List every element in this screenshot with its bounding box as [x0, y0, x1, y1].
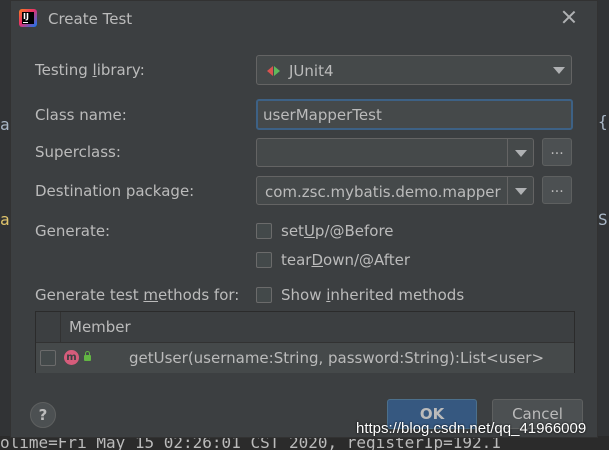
table-header: Member: [36, 312, 574, 343]
create-test-dialog: IJ Create Test Testing library: JUnit4 C…: [10, 0, 598, 438]
help-button[interactable]: ?: [30, 402, 56, 428]
chevron-down-icon: [515, 188, 527, 195]
editor-char: a: [0, 115, 10, 134]
junit-icon: [267, 65, 281, 77]
public-lock-icon: [84, 351, 91, 361]
class-name-label: Class name:: [35, 106, 127, 124]
testing-library-dropdown[interactable]: JUnit4: [256, 55, 572, 85]
table-row[interactable]: m getUser(username:String, password:Stri…: [36, 343, 574, 373]
setup-checkbox[interactable]: [256, 223, 272, 239]
close-icon[interactable]: [559, 7, 579, 27]
member-column-header[interactable]: Member: [69, 318, 131, 336]
editor-char: a: [0, 210, 10, 229]
destination-package-value: com.zsc.mybatis.demo.mapper: [265, 183, 501, 201]
show-inherited-label[interactable]: Show inherited methods: [281, 286, 464, 304]
browse-package-button[interactable]: ...: [542, 176, 572, 204]
editor-char: {: [598, 112, 608, 131]
testing-library-label: Testing library:: [35, 61, 145, 79]
generate-label: Generate:: [35, 222, 111, 240]
class-name-value: userMapperTest: [263, 106, 382, 124]
intellij-idea-icon: IJ: [19, 9, 37, 27]
csdn-watermark: https://blog.csdn.net/qq_41966009: [356, 420, 587, 437]
browse-superclass-button[interactable]: ...: [542, 138, 572, 166]
chevron-down-icon: [553, 67, 565, 74]
superclass-combo[interactable]: [256, 138, 534, 167]
destination-package-combo[interactable]: com.zsc.mybatis.demo.mapper: [256, 176, 534, 205]
destination-package-label: Destination package:: [35, 182, 195, 200]
member-checkbox[interactable]: [40, 350, 56, 366]
editor-char: S: [598, 210, 608, 229]
setup-checkbox-label[interactable]: setUp/@Before: [281, 222, 394, 240]
chevron-down-icon: [515, 150, 527, 157]
teardown-checkbox[interactable]: [256, 252, 272, 268]
console-output-line: olime=Fri May 15 02:26:01 CST 2020, regi…: [0, 436, 501, 450]
members-table: Member m getUser(username:String, passwo…: [35, 311, 575, 373]
dialog-title: Create Test: [48, 10, 133, 28]
method-icon: m: [64, 350, 79, 365]
generate-methods-label: Generate test methods for:: [35, 286, 240, 304]
dialog-titlebar: IJ Create Test: [11, 1, 597, 37]
member-signature: getUser(username:String, password:String…: [129, 349, 545, 367]
class-name-field[interactable]: userMapperTest: [256, 99, 573, 130]
teardown-checkbox-label[interactable]: tearDown/@After: [281, 251, 410, 269]
show-inherited-checkbox[interactable]: [256, 287, 272, 303]
testing-library-value: JUnit4: [289, 62, 334, 80]
superclass-label: Superclass:: [35, 143, 121, 161]
